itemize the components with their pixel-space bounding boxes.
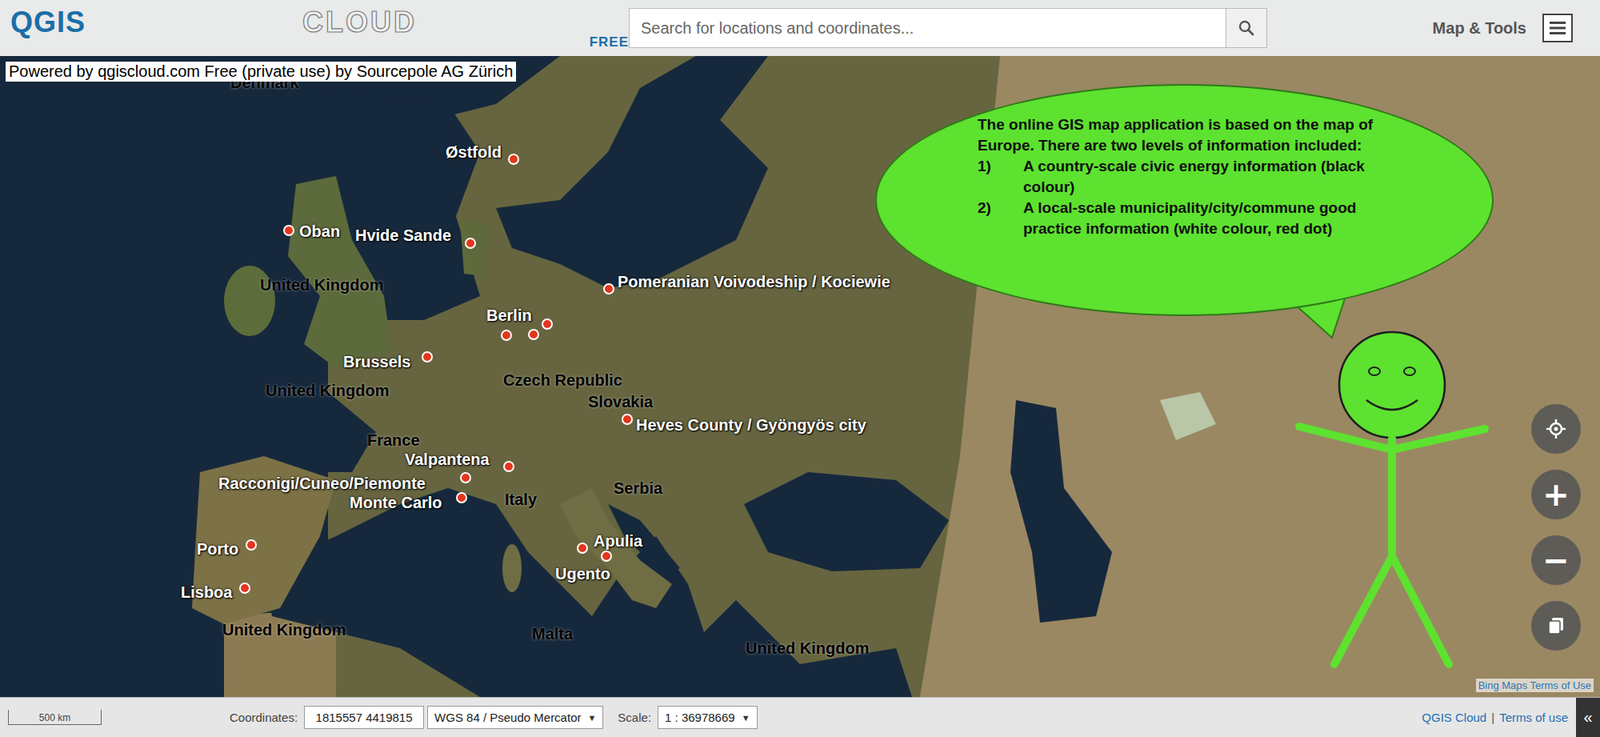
country-label: United Kingdom xyxy=(260,276,384,295)
bubble-item: 2)A local-scale municipality/city/commun… xyxy=(977,197,1388,240)
country-label: Serbia xyxy=(613,479,663,498)
place-pin[interactable] xyxy=(283,224,295,236)
place-label[interactable]: Ugento xyxy=(555,564,611,584)
place-label[interactable]: Valpantena xyxy=(404,450,490,469)
magnifier-icon xyxy=(1238,20,1255,36)
bubble-text: The online GIS map application is based … xyxy=(977,114,1388,240)
place-label[interactable]: Hvide Sande xyxy=(355,226,452,245)
place-pin[interactable] xyxy=(239,582,251,594)
layers-icon xyxy=(1546,616,1566,636)
logo-main: QGIS xyxy=(10,8,298,37)
map-controls: +− xyxy=(1531,404,1581,651)
place-pin[interactable] xyxy=(421,351,433,363)
place-pin[interactable] xyxy=(503,460,515,472)
bubble-item: 1)A country-scale civic energy informati… xyxy=(977,156,1388,198)
crs-value: WGS 84 / Pseudo Mercator xyxy=(434,710,581,724)
place-pin[interactable] xyxy=(528,328,540,340)
map-view[interactable]: Powered by qgiscloud.com Free (private u… xyxy=(0,56,1600,697)
bubble-intro: The online GIS map application is based … xyxy=(977,114,1388,156)
qgis-cloud-app: QGISCLOUDFREE Map & Tools Powered by qgisc… xyxy=(0,0,1600,737)
footer-links: QGIS Cloud | Terms of use xyxy=(1421,710,1568,724)
place-pin[interactable] xyxy=(500,329,512,341)
place-label[interactable]: Berlin xyxy=(486,306,532,325)
logo[interactable]: QGISCLOUDFREE xyxy=(0,8,629,49)
place-label[interactable]: Oban xyxy=(299,222,340,241)
bubble-item-number: 2) xyxy=(977,197,1024,240)
place-label[interactable]: Brussels xyxy=(343,352,412,372)
scale-label: Scale: xyxy=(617,710,652,724)
zoom-out-button[interactable]: − xyxy=(1531,535,1581,585)
search-input[interactable] xyxy=(629,8,1226,48)
scale-select[interactable]: 1 : 36978669 ▼ xyxy=(657,705,757,729)
map-tools-label[interactable]: Map & Tools xyxy=(1432,19,1527,38)
stick-figure-icon xyxy=(1288,320,1496,672)
place-pin[interactable] xyxy=(603,283,615,295)
status-bar: 500 kmCoordinates:1815557 4419815WGS 84 … xyxy=(0,696,1600,737)
dropdown-arrow: ▼ xyxy=(587,712,596,723)
place-pin[interactable] xyxy=(621,413,633,425)
bing-terms-link[interactable]: Bing Maps Terms of Use xyxy=(1476,678,1594,692)
place-pin[interactable] xyxy=(576,542,588,554)
place-pin[interactable] xyxy=(541,318,553,330)
speech-bubble: The online GIS map application is based … xyxy=(875,84,1494,316)
place-pin[interactable] xyxy=(464,237,476,249)
scale-bar: 500 km xyxy=(8,709,102,725)
crosshair-icon xyxy=(1545,418,1567,440)
place-label[interactable]: Pomeranian Voivodeship / Kociewie xyxy=(617,272,891,292)
place-pin[interactable] xyxy=(508,153,520,165)
menu-button[interactable] xyxy=(1542,13,1573,43)
logo-badge: FREE xyxy=(589,35,629,49)
country-label: Slovakia xyxy=(588,392,653,412)
bubble-item-number: 1) xyxy=(977,156,1024,198)
country-label: Italy xyxy=(504,490,537,509)
country-label: Malta xyxy=(532,624,573,644)
place-label[interactable]: Monte Carlo xyxy=(349,493,443,512)
place-label[interactable]: Østfold xyxy=(445,143,502,162)
country-label: United Kingdom xyxy=(745,639,869,658)
logo-second: CLOUD xyxy=(302,8,629,37)
coordinates-label: Coordinates: xyxy=(229,710,298,724)
menu-group: Map & Tools xyxy=(1267,13,1600,43)
top-bar: QGISCLOUDFREE Map & Tools xyxy=(0,0,1600,56)
place-label[interactable]: Heves County / Gyöngyös city xyxy=(636,416,867,435)
zoom-in-button[interactable]: + xyxy=(1531,469,1581,520)
collapse-button[interactable]: « xyxy=(1576,697,1600,737)
bubble-item-text: A country-scale civic energy information… xyxy=(1023,156,1388,198)
place-pin[interactable] xyxy=(460,472,472,484)
layers-button[interactable] xyxy=(1531,600,1581,651)
scale-value: 1 : 36978669 xyxy=(664,710,736,724)
search-box xyxy=(628,8,1268,48)
country-label: Czech Republic xyxy=(503,371,623,390)
search-button[interactable] xyxy=(1225,8,1267,48)
locate-button[interactable] xyxy=(1531,404,1581,454)
link-separator: | xyxy=(1491,710,1495,724)
place-label[interactable]: Racconigi/Cuneo/Piemonte xyxy=(218,474,426,493)
coordinates-group: Coordinates:1815557 4419815WGS 84 / Pseu… xyxy=(229,705,758,729)
qgis-cloud-link[interactable]: QGIS Cloud xyxy=(1421,710,1487,724)
country-label: France xyxy=(367,431,420,450)
hamburger-icon xyxy=(1548,20,1567,36)
place-label[interactable]: Porto xyxy=(196,540,239,559)
crs-select[interactable]: WGS 84 / Pseudo Mercator ▼ xyxy=(427,705,604,729)
country-label: United Kingdom xyxy=(265,381,389,400)
coordinates-field[interactable]: 1815557 4419815 xyxy=(304,705,424,729)
country-label: United Kingdom xyxy=(222,620,346,640)
place-pin[interactable] xyxy=(245,539,257,551)
place-label[interactable]: Lisboa xyxy=(180,583,232,602)
place-pin[interactable] xyxy=(600,550,612,562)
place-label[interactable]: Apulia xyxy=(593,532,643,551)
bubble-item-text: A local-scale municipality/city/commune … xyxy=(1023,197,1388,240)
attribution[interactable]: Powered by qgiscloud.com Free (private u… xyxy=(5,61,516,82)
dropdown-arrow: ▼ xyxy=(741,712,751,723)
place-pin[interactable] xyxy=(456,492,468,504)
terms-link[interactable]: Terms of use xyxy=(1499,710,1568,724)
